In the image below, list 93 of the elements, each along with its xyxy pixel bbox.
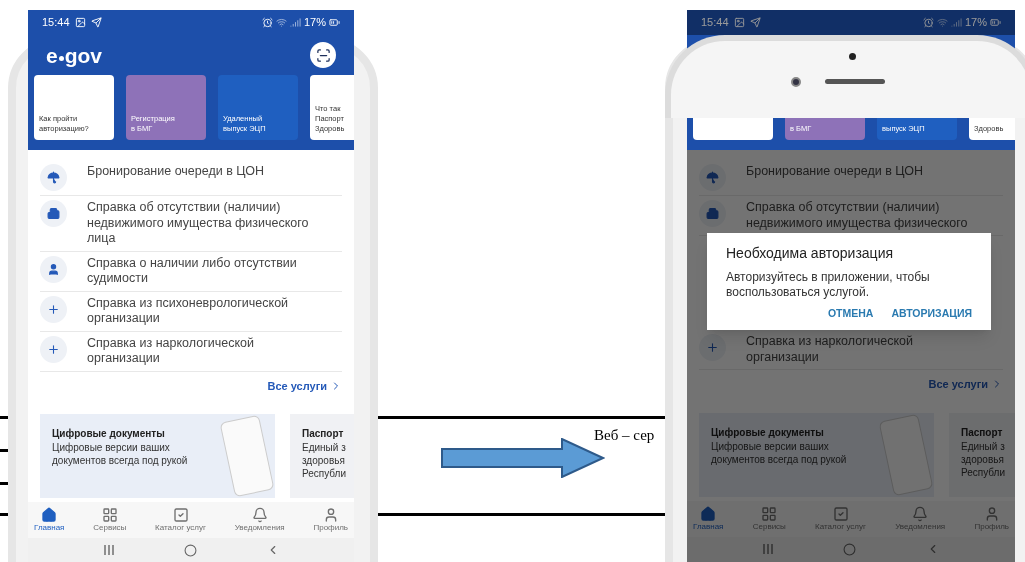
banner-title: Паспорт (302, 427, 345, 441)
nav-tab[interactable]: Уведомления (234, 507, 285, 538)
service-title: недвижимого имущества физического (746, 215, 968, 231)
signal-icon (289, 17, 301, 28)
alarm-icon (922, 17, 934, 28)
scan-button[interactable] (310, 42, 336, 68)
wifi-icon (275, 17, 287, 28)
service-item[interactable]: Бронирование очереди в ЦОН (40, 160, 342, 196)
service-item[interactable]: Справка из психоневрологической организации (40, 291, 342, 332)
battery-icon (990, 17, 1001, 28)
service-title: Справка о наличии либо отсутствии (87, 255, 297, 271)
lens-icon (791, 77, 801, 87)
send-icon (749, 17, 761, 28)
promo-banner[interactable]: Паспорт Единый з здоровья Республи (290, 414, 354, 498)
service-title: Справка из психоневрологической (87, 295, 289, 311)
nav-tab[interactable]: Каталог услуг (155, 507, 206, 538)
all-services-link[interactable]: Все услуги (928, 376, 1003, 393)
banner-text: здоровья (961, 452, 1005, 466)
grid-icon (101, 507, 118, 523)
egov-logo: e gov (46, 44, 103, 66)
checkbox-icon (832, 505, 849, 522)
right-arrow-icon (441, 438, 605, 478)
home-circle-icon (183, 543, 197, 557)
nav-tab[interactable]: Профиль (313, 507, 348, 538)
send-icon (90, 17, 102, 28)
image-icon (733, 17, 745, 28)
service-title: организации (87, 311, 161, 327)
service-title: Бронирование очереди в ЦОН (746, 164, 923, 180)
promo-banner[interactable]: Цифровые документы Цифровые версии ваших документов всегда под рукой (699, 412, 934, 497)
alarm-icon (261, 17, 273, 28)
nav-tab[interactable]: Главная (693, 505, 724, 537)
grid-icon (761, 505, 778, 522)
battery-percent: 17% (303, 15, 326, 31)
banner-text: Единый з (961, 439, 1006, 453)
image-icon (74, 17, 86, 28)
dialog-button[interactable]: ОТМЕНА (827, 306, 874, 322)
service-item[interactable]: Справка из наркологической организации (40, 331, 342, 372)
service-title: Справка из наркологической (87, 335, 254, 351)
battery-icon (329, 17, 340, 28)
home-icon (700, 505, 717, 522)
nav-tab[interactable]: Сервисы (93, 507, 127, 538)
banner-text: Цифровые версии ваших (711, 439, 830, 453)
checkbox-icon (172, 507, 189, 523)
banner-title: Цифровые документы (52, 427, 166, 441)
banner-text: документов всегда под рукой (52, 454, 189, 467)
banner-text: Единый з (302, 441, 347, 454)
banner-text: Республи (302, 467, 348, 480)
home-icon (41, 507, 58, 523)
service-item[interactable]: Справка из наркологической организации (699, 330, 1003, 370)
dialog-button[interactable]: АВТОРИЗАЦИЯ (891, 306, 972, 322)
service-title: недвижимого имущества физического (87, 215, 309, 231)
service-title: Справка из наркологической (746, 334, 913, 350)
service-title: организации (87, 351, 161, 367)
banner-text: здоровья (302, 454, 346, 467)
umbrella-icon (47, 171, 60, 184)
scan-icon (315, 47, 331, 63)
home-circle-icon (843, 542, 857, 556)
plus-icon (706, 341, 719, 354)
document-text: Веб – сер (594, 426, 655, 445)
promo-banner[interactable]: Паспорт Единый з здоровья Республи (949, 412, 1015, 497)
banner-title: Паспорт (961, 425, 1004, 440)
service-title: судимости (87, 271, 149, 287)
status-time: 15:44 (42, 15, 70, 31)
nav-tab[interactable]: Уведомления (895, 505, 946, 537)
service-title: Справка об отсутствии (наличии) (746, 200, 941, 216)
service-item[interactable]: Справка о наличии либо отсутствии судимости (40, 251, 342, 292)
bell-icon (251, 507, 268, 523)
service-item[interactable]: Справка об отсутствии (наличии) недвижимого имущества физического лица (40, 196, 342, 252)
status-time: 15:44 (701, 15, 729, 31)
plus-icon (47, 342, 60, 356)
service-title: лица (87, 231, 117, 247)
battery-percent: 17% (964, 15, 987, 31)
speaker-grille (825, 79, 885, 84)
camera-icon (849, 53, 856, 60)
service-title: Справка об отсутствии (наличии) (87, 200, 282, 216)
bell-icon (912, 505, 929, 522)
dialog-message: Авторизуйтесь в приложении, чтобы воспользоваться услугой. (726, 270, 931, 300)
banner-title: Цифровые документы (711, 425, 825, 440)
promo-banner[interactable]: Цифровые документы Цифровые версии ваших документов всегда под рукой (40, 414, 275, 498)
banner-text: Цифровые версии ваших (52, 441, 171, 454)
banner-text: Республи (961, 465, 1007, 479)
plus-icon (47, 302, 60, 316)
all-services-link[interactable]: Все услуги (267, 377, 342, 394)
umbrella-icon (706, 171, 719, 184)
dialog-title: Необходима авторизация (726, 244, 895, 263)
banner-text: документов всегда под рукой (711, 452, 848, 466)
person-icon (47, 262, 60, 276)
recent-apps-icon (102, 545, 115, 555)
service-item[interactable]: Бронирование очереди в ЦОН (699, 160, 1003, 196)
nav-tab[interactable]: Главная (34, 507, 65, 538)
recent-apps-icon (761, 544, 774, 555)
service-title: Бронирование очереди в ЦОН (87, 164, 264, 180)
service-title: организации (746, 349, 820, 365)
